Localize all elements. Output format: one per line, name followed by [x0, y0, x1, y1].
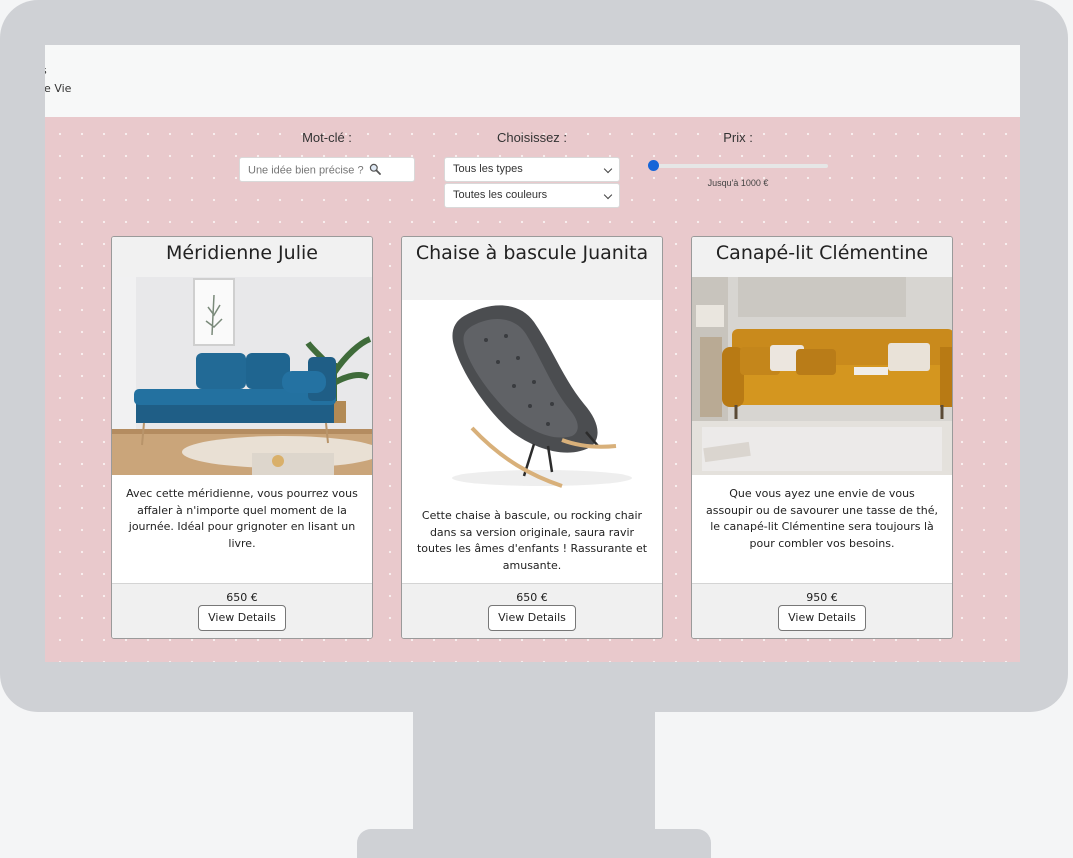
screen: s le Vie Mot-clé : Une idée bien précise…: [45, 45, 1020, 662]
color-select-value: Toutes les couleurs: [453, 189, 548, 201]
product-card: Méridienne Julie Avec cette méridienne, …: [111, 236, 373, 639]
type-select-value: Tous les types: [453, 163, 523, 175]
search-input[interactable]: Une idée bien précise ?: [239, 157, 415, 182]
product-title: Chaise à bascule Juanita: [402, 237, 662, 300]
price-slider-track[interactable]: [651, 164, 828, 168]
product-price: 950 €: [806, 591, 838, 604]
product-card: Canapé-lit Clémentine Que vous ayez une …: [691, 236, 953, 639]
monitor-stand-base: [357, 829, 711, 858]
view-details-button[interactable]: View Details: [488, 605, 576, 631]
product-image-sofa-bed[interactable]: [692, 277, 952, 475]
view-details-button[interactable]: View Details: [778, 605, 866, 631]
product-description: Avec cette méridienne, vous pourrez vous…: [126, 487, 358, 550]
price-slider-value: Jusqu'à 1000 €: [707, 178, 769, 188]
product-title: Méridienne Julie: [112, 237, 372, 277]
search-icon: [369, 163, 381, 178]
keyword-label: Mot-clé :: [302, 130, 352, 145]
header-bar: s le Vie: [45, 45, 1020, 117]
choose-label: Choisissez :: [496, 130, 568, 145]
chevron-down-icon: [603, 164, 613, 174]
card-footer: 950 € View Details: [692, 583, 952, 638]
card-footer: 650 € View Details: [402, 583, 662, 638]
product-image-rocking-chair[interactable]: [402, 300, 662, 496]
monitor-stand-neck: [413, 705, 655, 833]
type-select[interactable]: Tous les types: [444, 157, 620, 182]
product-description: Que vous ayez une envie de vous assoupir…: [706, 487, 938, 550]
color-select[interactable]: Toutes les couleurs: [444, 183, 620, 208]
view-details-button[interactable]: View Details: [198, 605, 286, 631]
header-text-line2: le Vie: [45, 82, 72, 95]
header-text-line1: s: [45, 64, 47, 77]
price-slider-thumb[interactable]: [648, 160, 659, 171]
product-image-daybed[interactable]: [112, 277, 372, 475]
product-card: Chaise à bascule Juanita Cette chaise à: [401, 236, 663, 639]
product-price: 650 €: [226, 591, 258, 604]
product-title: Canapé-lit Clémentine: [692, 237, 952, 277]
chevron-down-icon: [603, 190, 613, 200]
search-placeholder: Une idée bien précise ?: [248, 164, 364, 177]
product-description: Cette chaise à bascule, ou rocking chair…: [416, 509, 648, 572]
product-price: 650 €: [516, 591, 548, 604]
price-label: Prix :: [723, 130, 753, 145]
card-footer: 650 € View Details: [112, 583, 372, 638]
